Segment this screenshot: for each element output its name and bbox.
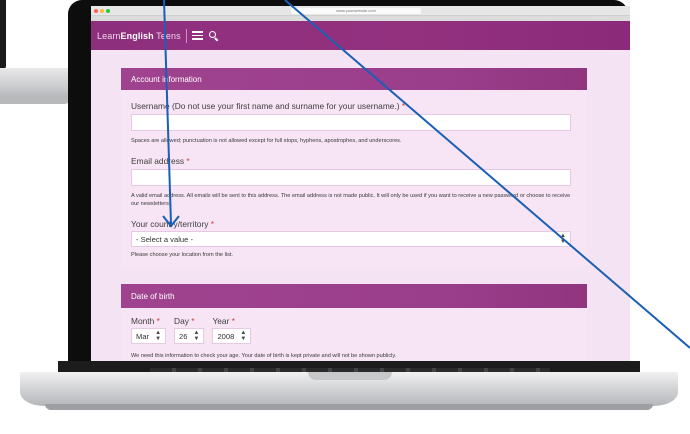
dob-help: We need this information to check your a… <box>131 353 397 359</box>
year-label-text: Year <box>212 316 230 326</box>
header-divider <box>185 28 187 43</box>
email-help: A valid email address. All emails will b… <box>131 193 571 207</box>
dob-year-col: Year * 2008 ▲ ▼ <box>212 316 252 344</box>
date-of-birth-panel: Date of birth Month * Mar ▲ ▼ Day * 26 ▲… <box>121 284 587 361</box>
background-laptop-screen <box>0 0 6 70</box>
site-header: LearnEnglish Teens <box>91 21 630 50</box>
maximize-window-icon[interactable] <box>106 9 110 13</box>
browser-toolbar: www.yourwebsite.com <box>91 6 630 16</box>
required-marker: * <box>186 156 190 166</box>
dob-month-col: Month * Mar ▲ ▼ <box>131 316 167 344</box>
logo-suffix: Teens <box>153 30 181 41</box>
dob-section-title: Date of birth <box>121 284 587 308</box>
day-label: Day * <box>174 316 204 326</box>
month-select-value: Mar <box>136 331 150 341</box>
address-bar[interactable]: www.yourwebsite.com <box>291 8 421 14</box>
username-label: Username (Do not use your first name and… <box>131 101 577 111</box>
country-label: Your country/territory * <box>131 219 577 229</box>
day-label-text: Day <box>174 316 189 326</box>
year-select[interactable]: 2008 ▲ ▼ <box>212 328 252 344</box>
account-information-panel: Account information Username (Do not use… <box>121 68 587 268</box>
year-select-value: 2008 <box>217 331 235 341</box>
username-help: Spaces are allowed; punctuation is not a… <box>131 138 402 144</box>
email-label: Email address * <box>131 156 577 166</box>
month-label: Month * <box>131 316 166 326</box>
laptop-foot <box>45 404 653 410</box>
background-laptop-foot <box>0 96 72 104</box>
window-controls[interactable] <box>94 9 110 13</box>
close-window-icon[interactable] <box>94 9 98 13</box>
country-help: Please choose your location from the lis… <box>131 252 233 258</box>
dob-row: Month * Mar ▲ ▼ Day * 26 ▲ ▼ Year * 2008… <box>131 316 577 344</box>
username-input[interactable] <box>131 114 571 131</box>
select-arrows-icon: ▲ ▼ <box>155 330 162 342</box>
required-marker: * <box>231 316 235 326</box>
day-select[interactable]: 26 ▲ ▼ <box>174 328 205 344</box>
username-label-text: Username (Do not use your first name and… <box>131 101 400 111</box>
email-input[interactable] <box>131 169 571 186</box>
laptop-screen: www.yourwebsite.com LearnEnglish Teens A… <box>91 6 630 361</box>
logo-bold: English <box>120 30 154 41</box>
required-marker: * <box>156 316 160 326</box>
month-label-text: Month <box>131 316 155 326</box>
required-marker: * <box>210 219 215 229</box>
select-arrows-icon: ▲ ▼ <box>560 233 566 245</box>
country-select-value: - Select a value - <box>136 234 193 244</box>
site-logo[interactable]: LearnEnglish Teens <box>97 31 181 41</box>
year-label: Year * <box>212 316 251 326</box>
account-section-title: Account information <box>121 68 587 90</box>
select-arrows-icon: ▲ ▼ <box>193 330 200 342</box>
dob-day-col: Day * 26 ▲ ▼ <box>174 316 205 344</box>
email-label-text: Email address <box>131 156 185 166</box>
search-icon[interactable] <box>208 30 219 41</box>
select-arrows-icon: ▲ ▼ <box>240 330 247 342</box>
country-label-text: Your country/territory <box>131 219 209 229</box>
country-select[interactable]: - Select a value - ▲ ▼ <box>131 231 571 247</box>
required-marker: * <box>401 101 406 111</box>
laptop-notch <box>308 372 392 380</box>
required-marker: * <box>191 316 195 326</box>
logo-prefix: Learn <box>97 30 121 41</box>
day-select-value: 26 <box>179 331 188 341</box>
month-select[interactable]: Mar ▲ ▼ <box>131 328 167 344</box>
minimize-window-icon[interactable] <box>100 9 104 13</box>
menu-icon[interactable] <box>191 31 203 40</box>
